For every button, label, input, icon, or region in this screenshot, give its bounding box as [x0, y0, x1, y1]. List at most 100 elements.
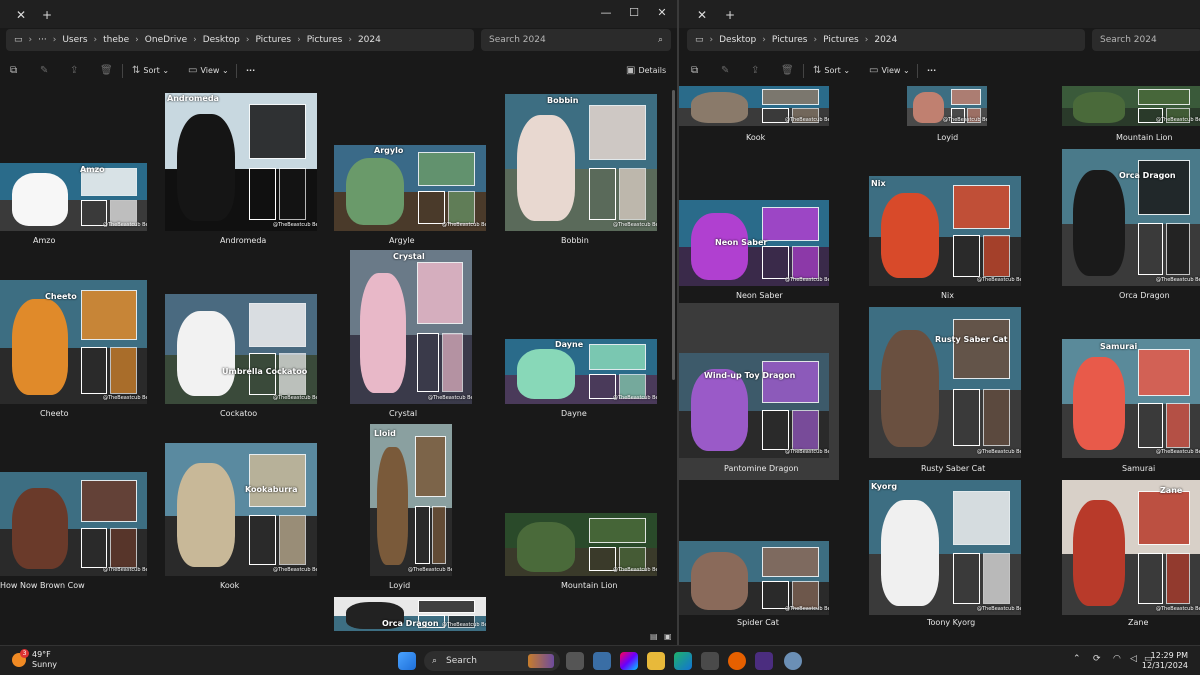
file-thumbnail[interactable]: @TheBeastcub Beastcub.com	[1062, 86, 1200, 126]
file-thumbnail[interactable]: @TheBeastcub Beastcub.com	[679, 541, 829, 615]
address-bar[interactable]: ▭ › ··· › Users › thebe › OneDrive › Des…	[6, 29, 474, 51]
file-thumbnail[interactable]: Bobbin @TheBeastcub Beastcub.com	[505, 94, 657, 231]
file-thumbnail[interactable]: Amzo @TheBeastcub Beastcub.com	[0, 163, 147, 231]
wifi-icon[interactable]: ◠	[1113, 654, 1121, 664]
details-view-icon[interactable]: ▤	[650, 632, 658, 641]
file-name-label[interactable]: Zane	[1128, 618, 1148, 627]
breadcrumb-thebe[interactable]: thebe	[99, 35, 133, 45]
breadcrumb-users[interactable]: Users	[58, 35, 91, 45]
new-tab-button[interactable]: +	[38, 6, 56, 24]
file-name-label[interactable]: Toony Kyorg	[927, 618, 975, 627]
windows-start-icon[interactable]	[398, 652, 416, 670]
firefox-icon[interactable]	[728, 652, 746, 670]
file-name-label[interactable]: Andromeda	[220, 236, 266, 245]
task-view-icon[interactable]	[566, 652, 584, 670]
file-name-label[interactable]: Cockatoo	[220, 409, 257, 418]
delete-icon[interactable]: 🗑	[781, 64, 797, 78]
file-thumbnail[interactable]: @TheBeastcub Beastcub.com	[0, 472, 147, 576]
file-thumbnail[interactable]: Lloid @TheBeastcub Beastcub.com	[370, 424, 452, 576]
file-name-label[interactable]: Argyle	[389, 236, 415, 245]
file-name-label[interactable]: Bobbin	[561, 236, 589, 245]
more-options-button[interactable]: ···	[927, 64, 936, 78]
details-button[interactable]: ▣ Details	[626, 64, 666, 78]
view-button[interactable]: ▭ View ⌄	[188, 64, 229, 78]
settings-icon[interactable]	[784, 652, 802, 670]
file-name-label[interactable]: Mountain Lion	[1116, 133, 1172, 142]
volume-icon[interactable]: ◁	[1130, 654, 1137, 664]
file-thumbnail[interactable]: Wind-up Toy Dragon @TheBeastcub Beastcub.…	[679, 353, 829, 458]
clock[interactable]: 12:29 PM 12/31/2024	[1142, 651, 1188, 671]
file-thumbnail[interactable]: @TheBeastcub Beastcub.com	[505, 513, 657, 576]
address-bar[interactable]: ▭ › Desktop › Pictures › Pictures › 2024	[687, 29, 1085, 51]
file-name-label[interactable]: Loyid	[937, 133, 958, 142]
file-thumbnail[interactable]: Andromeda @TheBeastcub Beastcub.com	[165, 93, 317, 231]
breadcrumb-desktop[interactable]: Desktop	[715, 35, 760, 45]
file-thumbnail[interactable]: Orca Dragon@TheBeastcub Beastcub.com	[1062, 149, 1200, 286]
search-input[interactable]: Search 2024	[1092, 29, 1200, 51]
file-thumbnail[interactable]: Cheeto @TheBeastcub Beastcub.com	[0, 280, 147, 404]
maximize-button[interactable]: ☐	[622, 4, 646, 22]
breadcrumb-onedrive[interactable]: OneDrive	[141, 35, 191, 45]
file-name-label[interactable]: Rusty Saber Cat	[921, 464, 985, 473]
more-options-button[interactable]: ···	[246, 64, 255, 78]
file-thumbnail[interactable]: Rusty Saber Cat @TheBeastcub Beastcub.com	[869, 307, 1021, 458]
file-explorer-icon[interactable]	[647, 652, 665, 670]
sort-button[interactable]: ⇅ Sort ⌄	[813, 64, 850, 78]
file-name-label[interactable]: Kook	[746, 133, 765, 142]
rename-icon[interactable]: ✎	[40, 64, 51, 78]
close-tab-icon[interactable]: ✕	[693, 6, 711, 24]
share-icon[interactable]: ⇪	[70, 64, 81, 78]
file-name-label[interactable]: Neon Saber	[736, 291, 783, 300]
copilot-icon[interactable]	[620, 652, 638, 670]
edge-icon[interactable]	[674, 652, 692, 670]
file-thumbnail[interactable]: Crystal @TheBeastcub Beastcub.com	[350, 250, 472, 404]
copy-icon[interactable]: ⧉	[691, 64, 701, 78]
file-name-label[interactable]: Samurai	[1122, 464, 1155, 473]
file-name-label[interactable]: Amzo	[33, 236, 55, 245]
taskbar-search[interactable]: ⌕ Search	[424, 651, 560, 671]
file-thumbnail[interactable]: Kookaburra @TheBeastcub Beastcub.com	[165, 443, 317, 576]
delete-icon[interactable]: 🗑	[100, 64, 116, 78]
file-thumbnail[interactable]: Argylo @TheBeastcub Beastcub.com	[334, 145, 486, 231]
rename-icon[interactable]: ✎	[721, 64, 732, 78]
breadcrumb-desktop[interactable]: Desktop	[199, 35, 244, 45]
weather-widget[interactable]: 49°F Sunny	[32, 650, 57, 670]
file-name-label[interactable]: Kook	[220, 581, 239, 590]
file-thumbnail[interactable]: Neon Saber @TheBeastcub Beastcub.com	[679, 200, 829, 286]
breadcrumb-pictures[interactable]: Pictures	[768, 35, 812, 45]
calculator-icon[interactable]	[593, 652, 611, 670]
file-name-label[interactable]: Pantomine Dragon	[724, 464, 798, 473]
file-thumbnail[interactable]: Zane @TheBeastcub Beastcub.com	[1062, 480, 1200, 615]
breadcrumb-2024[interactable]: 2024	[870, 35, 901, 45]
breadcrumb-pictures[interactable]: Pictures	[251, 35, 295, 45]
scrollbar[interactable]	[672, 90, 675, 380]
file-name-label[interactable]: Orca Dragon	[1119, 291, 1170, 300]
file-thumbnail[interactable]: Dayne @TheBeastcub Beastcub.com	[505, 339, 657, 404]
file-thumbnail[interactable]: Kyorg @TheBeastcub Beastcub.com	[869, 480, 1021, 615]
file-name-label[interactable]: Nix	[941, 291, 954, 300]
close-tab-icon[interactable]: ✕	[12, 6, 30, 24]
minimize-button[interactable]: —	[594, 4, 618, 22]
breadcrumb-2024[interactable]: 2024	[354, 35, 385, 45]
view-button[interactable]: ▭ View ⌄	[869, 64, 910, 78]
copy-icon[interactable]: ⧉	[10, 64, 20, 78]
file-name-label[interactable]: Spider Cat	[737, 618, 779, 627]
file-thumbnail[interactable]: @TheBeastcub Beastcub.com	[679, 86, 829, 126]
file-name-label[interactable]: How Now Brown Cow	[0, 581, 85, 590]
file-thumbnail[interactable]: Orca Dragon@TheBeastcub Beastcub.com	[334, 597, 486, 631]
file-name-label[interactable]: Crystal	[389, 409, 417, 418]
app-icon[interactable]	[755, 652, 773, 670]
close-window-button[interactable]: ✕	[650, 4, 674, 22]
breadcrumb-overflow[interactable]: ···	[34, 35, 51, 45]
sync-icon[interactable]: ⟳	[1093, 654, 1101, 664]
share-icon[interactable]: ⇪	[751, 64, 762, 78]
file-thumbnail[interactable]: Nix @TheBeastcub Beastcub.com	[869, 176, 1021, 286]
file-name-label[interactable]: Dayne	[561, 409, 587, 418]
search-input[interactable]: Search 2024 ⌕	[481, 29, 671, 51]
breadcrumb-pictures-2[interactable]: Pictures	[819, 35, 863, 45]
file-name-label[interactable]: Cheeto	[40, 409, 69, 418]
file-thumbnail[interactable]: @TheBeastcub Beastcub.com	[907, 86, 987, 126]
breadcrumb-pictures-2[interactable]: Pictures	[303, 35, 347, 45]
sort-button[interactable]: ⇅ Sort ⌄	[132, 64, 169, 78]
file-name-label[interactable]: Mountain Lion	[561, 581, 617, 590]
